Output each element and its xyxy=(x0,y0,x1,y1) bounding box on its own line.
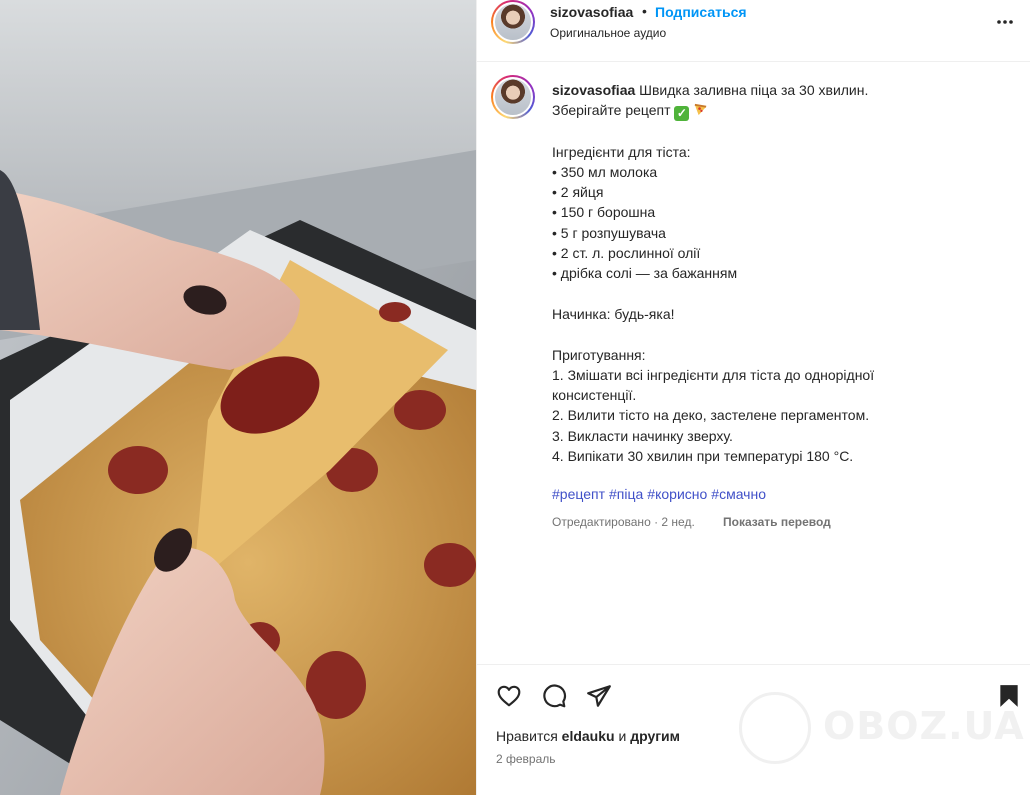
check-emoji: ✓ xyxy=(674,106,690,122)
likes-summary: Нравится eldauku и другим xyxy=(496,728,680,744)
caption-username[interactable]: sizovasofiaa xyxy=(552,82,635,98)
author-username[interactable]: sizovasofiaa xyxy=(550,4,633,20)
caption-line1: Швидка заливна піца за 30 хвилин. xyxy=(639,82,869,98)
pizza-video-frame xyxy=(0,0,476,795)
heart-icon[interactable] xyxy=(496,683,522,709)
watermark-text: OBOZ.UA xyxy=(823,704,1025,748)
comment-icon[interactable] xyxy=(541,683,567,709)
more-icon[interactable] xyxy=(995,12,1015,32)
hashtag-list: #рецепт #піца #корисно #смачно xyxy=(552,486,770,502)
likes-prefix: Нравится xyxy=(496,728,558,744)
pizza-emoji xyxy=(695,104,707,116)
separator-dot: • xyxy=(642,3,647,19)
caption-body: Інгредієнти для тіста: • 350 мл молока •… xyxy=(552,143,875,465)
hashtag-link[interactable]: #рецепт xyxy=(552,486,605,502)
likes-conjunction: и xyxy=(618,728,627,744)
caption-text: sizovasofiaa Швидка заливна піца за 30 х… xyxy=(552,80,992,466)
watermark-logo xyxy=(739,692,811,764)
post-caption: sizovasofiaa Швидка заливна піца за 30 х… xyxy=(477,62,1030,662)
post-header: sizovasofiaa • Подписаться Оригинальное … xyxy=(477,0,1030,62)
likes-user-link[interactable]: eldauku xyxy=(562,728,615,744)
likes-others-link[interactable]: другим xyxy=(630,728,680,744)
caption-meta: Отредактировано · 2 нед. xyxy=(552,515,695,529)
hashtag-link[interactable]: #корисно xyxy=(647,486,707,502)
audio-label[interactable]: Оригинальное аудио xyxy=(550,26,666,40)
post-media[interactable] xyxy=(0,0,476,795)
caption-line2: Зберігайте рецепт xyxy=(552,102,671,119)
watermark: OBOZ.UA xyxy=(739,692,1029,764)
hashtag-link[interactable]: #піца xyxy=(609,486,643,502)
caption-avatar[interactable] xyxy=(491,75,535,119)
post-date: 2 февраль xyxy=(496,752,556,766)
post-actions: OBOZ.UA Нравится eldauku и другим 2 февр… xyxy=(477,664,1030,795)
translate-button[interactable]: Показать перевод xyxy=(723,515,831,529)
post-side-panel: sizovasofiaa • Подписаться Оригинальное … xyxy=(476,0,1030,795)
follow-button[interactable]: Подписаться xyxy=(655,4,747,20)
share-icon[interactable] xyxy=(586,683,612,709)
hashtag-link[interactable]: #смачно xyxy=(711,486,766,502)
author-avatar[interactable] xyxy=(491,0,535,44)
